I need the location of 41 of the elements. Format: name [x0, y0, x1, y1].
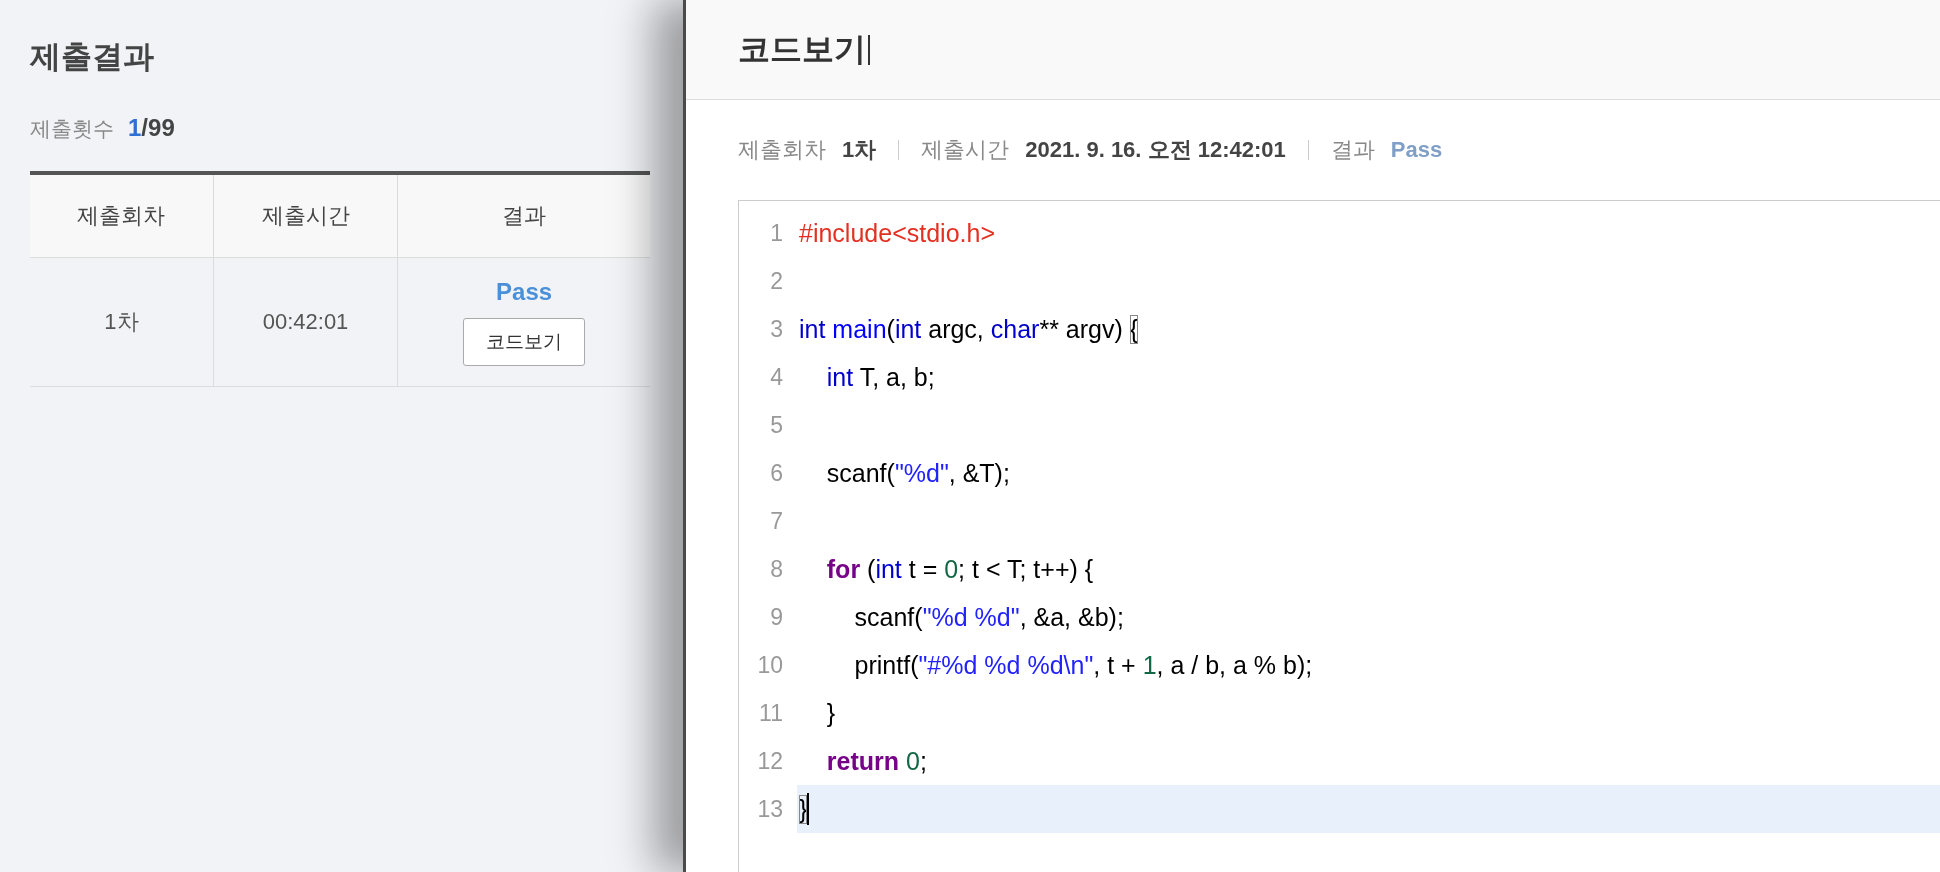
code-line: int T, a, b; — [825, 361, 936, 393]
view-code-button[interactable]: 코드보기 — [463, 318, 586, 366]
line-number: 4 — [769, 363, 783, 391]
code-editor[interactable] — [738, 200, 1940, 872]
column-header: 제출시간 — [213, 173, 398, 258]
line-number: 3 — [769, 315, 783, 343]
column-header: 결과 — [397, 173, 650, 258]
info-label: 결과 — [1330, 136, 1375, 164]
code-line: return 0; — [825, 745, 928, 777]
line-number: 5 — [769, 411, 783, 439]
table-cell: 00:42:01 — [213, 257, 398, 387]
line-number: 8 — [769, 555, 783, 583]
code-line: scanf("%d", &T); — [825, 457, 1011, 489]
info-value: 1차 — [842, 136, 877, 164]
line-number: 6 — [769, 459, 783, 487]
line-number: 1 — [769, 219, 783, 247]
code-line: for (int t = 0; t < T; t++) { — [825, 553, 1095, 585]
code-line: scanf("%d %d", &a, &b); — [853, 601, 1125, 633]
submission-count: 1/99 — [128, 114, 175, 142]
line-number: 10 — [756, 651, 783, 679]
code-line: } — [825, 697, 837, 729]
table-cell: 1차 — [30, 257, 214, 387]
line-number: 11 — [758, 699, 783, 727]
result-status: Pass — [1390, 137, 1443, 163]
line-number: 2 — [769, 267, 783, 295]
line-number: 13 — [756, 795, 783, 823]
submission-count-label: 제출횟수 — [30, 116, 114, 142]
line-number: 7 — [769, 507, 783, 535]
result-status: Pass — [496, 278, 553, 306]
line-number: 9 — [769, 603, 783, 631]
line-number: 12 — [756, 747, 783, 775]
code-line: printf("#%d %d %d\n", t + 1, a / b, a % b); — [853, 649, 1314, 681]
dialog-title: 코드보기 — [738, 29, 866, 69]
info-value: 2021. 9. 16. 오전 12:42:01 — [1025, 136, 1286, 164]
info-label: 제출시간 — [921, 136, 1010, 164]
code-line: #include<stdio.h> — [798, 217, 996, 249]
text-cursor — [807, 793, 810, 825]
info-label: 제출회차 — [738, 136, 826, 164]
text-cursor — [868, 34, 870, 65]
column-header: 제출회차 — [30, 173, 214, 258]
panel-title: 제출결과 — [30, 38, 155, 76]
